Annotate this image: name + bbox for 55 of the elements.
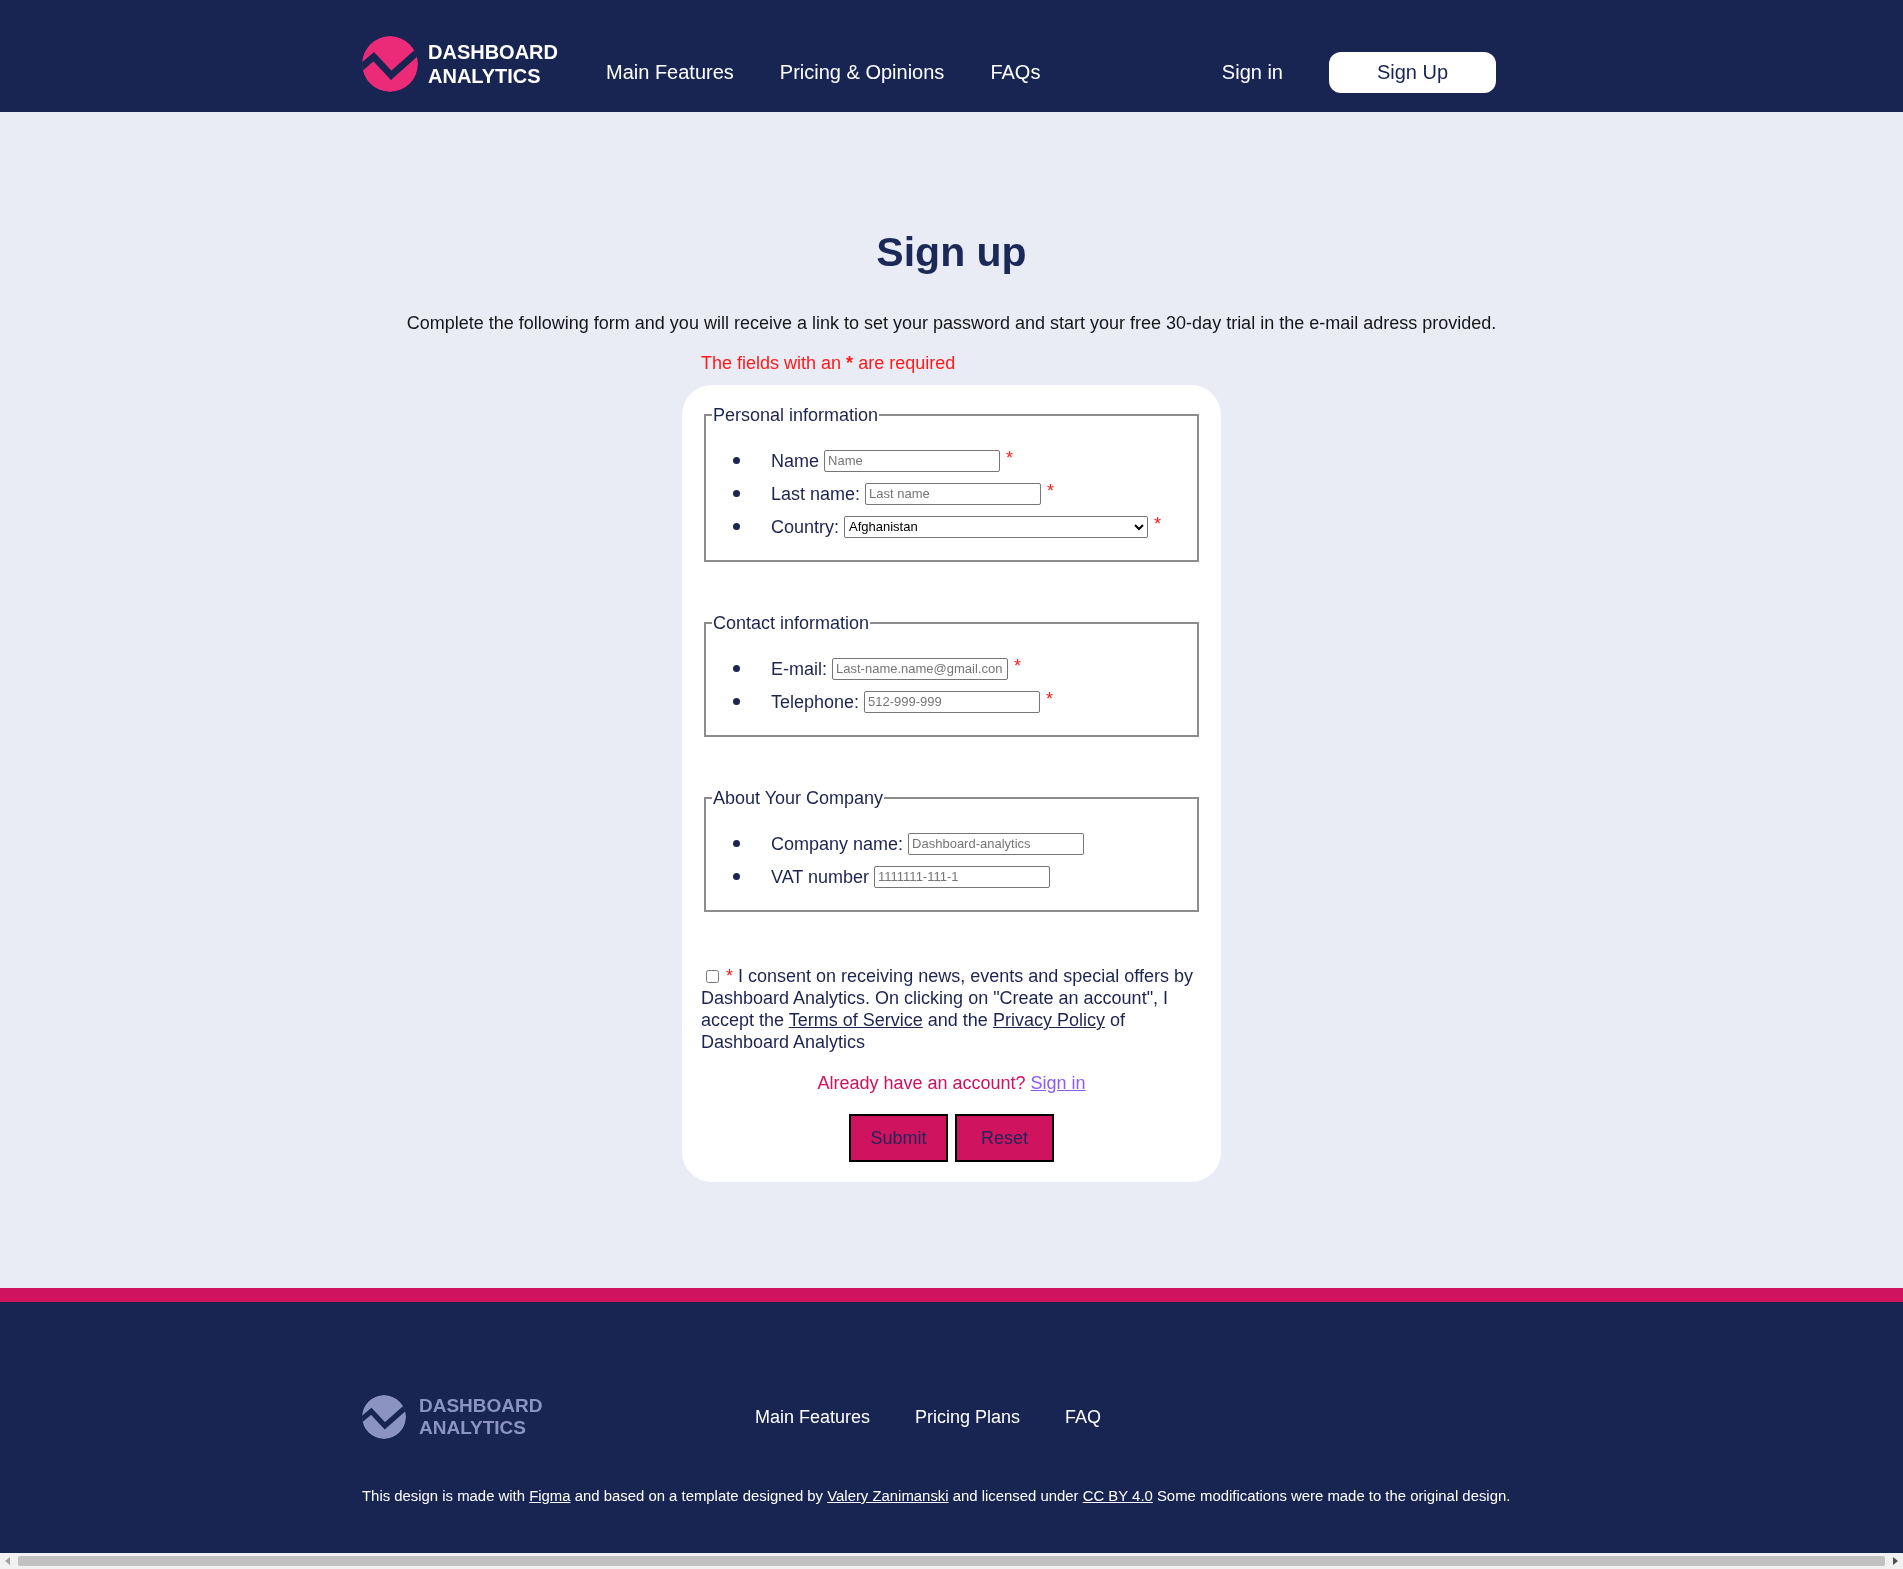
page-title: Sign up (876, 228, 1027, 276)
sign-in-link[interactable]: Sign in (1221, 60, 1283, 84)
field-label: VAT number (771, 865, 870, 888)
credit-text: This design is made with Figma and based on a template designed by Valery Zanimanski and licensed under CC BY 4.0 Some modifications were made to the original design. (362, 1487, 1511, 1505)
required-mark: * (1047, 480, 1055, 500)
section-legend: Personal information (712, 404, 880, 426)
inline-link[interactable]: Terms of Service (788, 1010, 923, 1030)
bullet-icon (733, 698, 740, 705)
inline-link[interactable]: Privacy Policy (992, 1010, 1105, 1030)
footer-nav-link[interactable]: Pricing Plans (915, 1406, 1021, 1428)
text-input[interactable]: 512-999-999 (864, 690, 1041, 713)
text-input[interactable]: Last-name.name@gmail.con (832, 657, 1008, 680)
bullet-icon (733, 665, 740, 672)
brand-name: DASHBOARD ANALYTICS (419, 1395, 544, 1439)
text-input[interactable]: Name (824, 449, 1000, 472)
country-select[interactable]: Afghanistan (844, 515, 1149, 538)
consent-checkbox[interactable] (706, 970, 719, 983)
bullet-icon (733, 523, 740, 530)
required-mark: * (1154, 513, 1162, 533)
field-label: Telephone: (771, 690, 860, 713)
field-label: Name (771, 449, 819, 472)
footer-nav-link[interactable]: FAQ (1065, 1406, 1102, 1428)
field-label: E-mail: (771, 657, 827, 680)
required-mark: * (1006, 447, 1014, 467)
nav-link[interactable]: Main Features (606, 60, 734, 84)
nav-link[interactable]: FAQs (990, 60, 1041, 84)
bullet-icon (733, 873, 740, 880)
bullet-icon (733, 490, 740, 497)
sign-up-button[interactable]: Sign Up (1329, 51, 1496, 93)
field-label: Last name: (771, 482, 861, 505)
logo-icon (362, 1395, 406, 1439)
nav-link[interactable]: Pricing & Opinions (779, 60, 945, 84)
inline-link[interactable]: Figma (529, 1488, 571, 1504)
text-input[interactable]: Last name (865, 482, 1042, 505)
consent-text: * I consent on receiving news, events and special offers by Dashboard Analytics. On clicking on "Create an account", I accept the Terms of Service and the Privacy Policy of Dashboard Analytics (701, 965, 1194, 1053)
field-label: Company name: (771, 832, 904, 855)
inline-link[interactable]: CC BY 4.0 (1082, 1488, 1153, 1504)
brand-name: DASHBOARD ANALYTICS (428, 40, 559, 88)
bullet-icon (733, 457, 740, 464)
signin-prompt: Already have an account? Sign in (816, 1072, 1087, 1094)
bullet-icon (733, 840, 740, 847)
section-legend: Contact information (712, 612, 871, 634)
text-input[interactable]: 1111111-111-1 (874, 865, 1051, 888)
footer-nav-link[interactable]: Main Features (755, 1406, 871, 1428)
field-label: Country: (771, 515, 840, 538)
section-legend: About Your Company (712, 787, 885, 809)
intro-text: Complete the following form and you will receive a link to set your password and start your free 30-day trial in the e-mail adress provided. (406, 312, 1497, 335)
text-input[interactable]: Dashboard-analytics (908, 832, 1085, 855)
required-note: The fields with an * are required (700, 352, 957, 374)
inline-link[interactable]: Valery Zanimanski (827, 1488, 949, 1504)
logo-icon (362, 36, 418, 92)
scrollbar-thumb[interactable] (18, 1556, 1885, 1566)
required-mark: * (1046, 688, 1054, 708)
required-mark: * (1014, 655, 1022, 675)
sign-in-link[interactable]: Sign in (1030, 1073, 1086, 1093)
